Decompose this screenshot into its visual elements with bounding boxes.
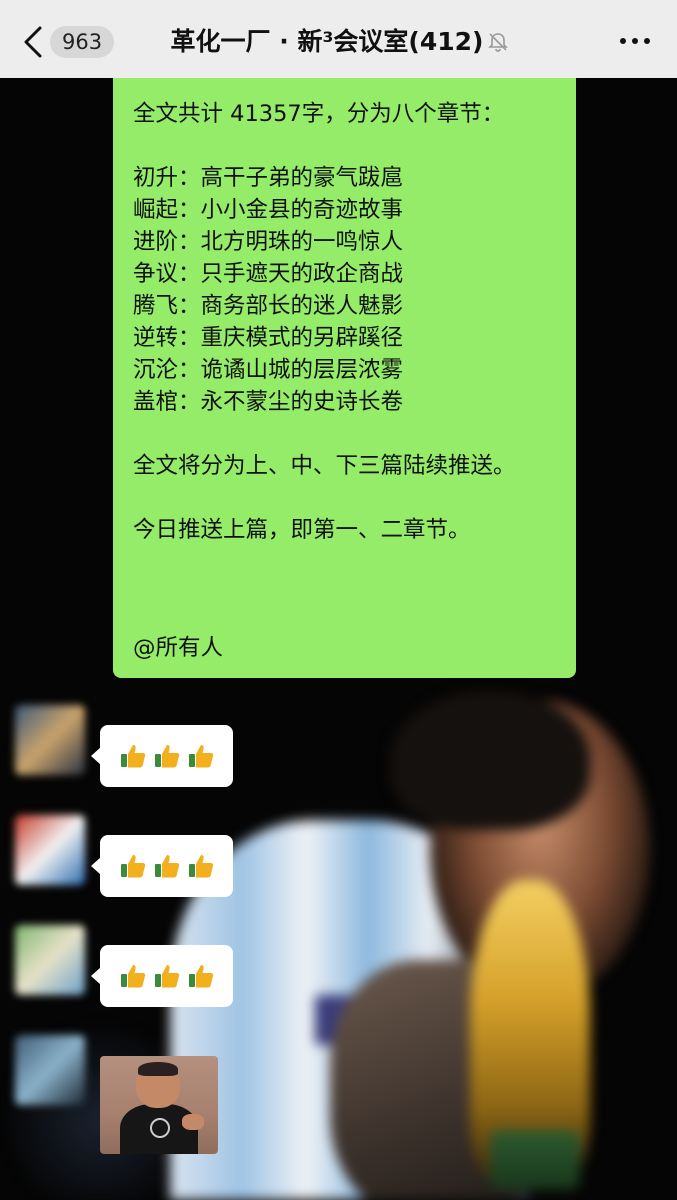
avatar[interactable] bbox=[15, 925, 85, 995]
avatar[interactable] bbox=[15, 815, 85, 885]
avatar[interactable] bbox=[15, 1035, 85, 1105]
chat-header: 963 革化一厂 · 新³会议室(412) bbox=[0, 0, 677, 78]
chapter-line: 崛起：小小金县的奇迹故事 bbox=[133, 197, 404, 223]
chapter-line: 盖棺：永不蒙尘的史诗长卷 bbox=[133, 389, 404, 415]
blurred-text bbox=[233, 643, 483, 677]
message-schedule: 全文将分为上、中、下三篇陆续推送。 bbox=[133, 453, 516, 479]
chapter-line: 沉沦：诡谲山城的层层浓雾 bbox=[133, 357, 404, 383]
sender-name bbox=[100, 1030, 160, 1048]
chapter-line: 争议：只手遮天的政企商战 bbox=[133, 261, 404, 287]
thumbs-up-icon bbox=[154, 965, 179, 988]
sender-name bbox=[100, 810, 140, 828]
chat-title: 革化一厂 · 新³会议室(412) bbox=[150, 22, 530, 62]
chapter-line: 腾飞：商务部长的迷人魅影 bbox=[133, 293, 404, 319]
chat-title-text: 革化一厂 · 新³会议室(412) bbox=[170, 27, 484, 56]
thumbs-up-icon bbox=[120, 745, 145, 768]
thumbs-up-icon bbox=[154, 745, 179, 768]
sender-name bbox=[100, 920, 120, 938]
mention-all[interactable]: @所有人 bbox=[133, 632, 223, 664]
thumbs-up-icon bbox=[120, 855, 145, 878]
unread-count-badge[interactable]: 963 bbox=[50, 26, 115, 58]
back-icon[interactable] bbox=[18, 22, 50, 62]
thumbs-up-icon bbox=[188, 855, 213, 878]
message-bubble-outgoing[interactable]: 全文共计 41357字，分为八个章节： 初升：高干子弟的豪气跋扈 崛起：小小金县… bbox=[113, 78, 576, 678]
mute-bell-icon bbox=[487, 25, 509, 52]
thumbs-up-icon bbox=[188, 965, 213, 988]
thumbs-up-icon bbox=[188, 745, 213, 768]
more-dots-icon[interactable] bbox=[615, 26, 655, 56]
chat-screen: 963 革化一厂 · 新³会议室(412) 全文共计 41357字，分为八个章节… bbox=[0, 0, 677, 1200]
sender-name bbox=[100, 700, 190, 718]
message-bubble-incoming[interactable] bbox=[91, 725, 233, 787]
message-today: 今日推送上篇，即第一、二章节。 bbox=[133, 517, 471, 543]
message-intro: 全文共计 41357字，分为八个章节： bbox=[133, 101, 505, 127]
chapter-line: 初升：高干子弟的豪气跋扈 bbox=[133, 165, 404, 191]
thumbs-up-icon bbox=[120, 965, 145, 988]
message-bubble-incoming[interactable] bbox=[91, 835, 233, 897]
chapter-line: 进阶：北方明珠的一鸣惊人 bbox=[133, 229, 404, 255]
message-bubble-incoming[interactable] bbox=[91, 945, 233, 1007]
thumbs-up-icon bbox=[154, 855, 179, 878]
avatar[interactable] bbox=[15, 705, 85, 775]
chapter-line: 逆转：重庆模式的另辟蹊径 bbox=[133, 325, 404, 351]
sticker-image[interactable] bbox=[100, 1056, 218, 1154]
